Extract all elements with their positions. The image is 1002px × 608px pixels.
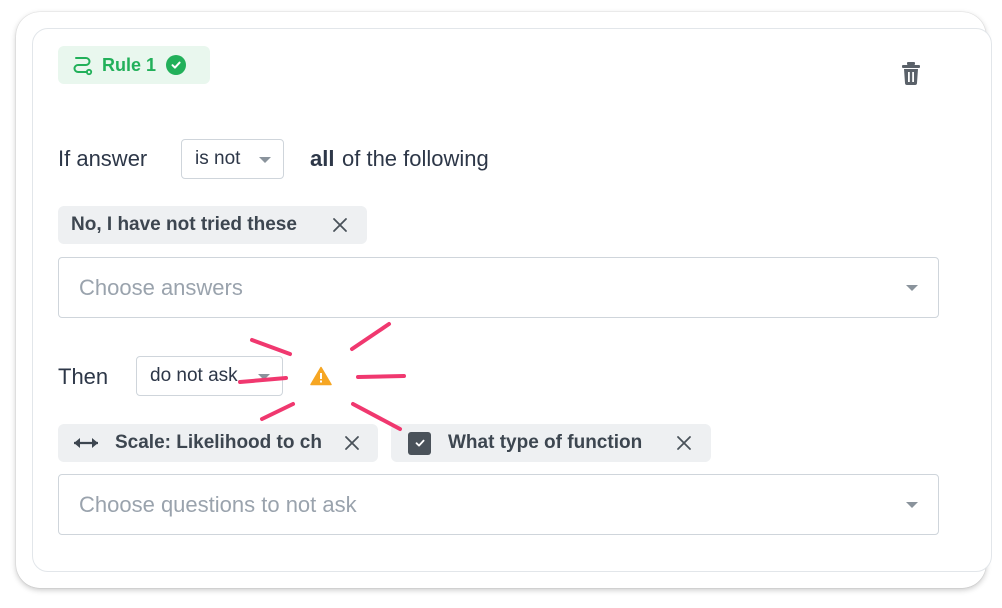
chevron-down-icon	[259, 157, 271, 163]
rule-title: Rule 1	[102, 54, 157, 75]
operator-select[interactable]: is not	[181, 139, 284, 179]
route-icon	[73, 57, 93, 76]
question-chip-function: What type of function	[391, 424, 711, 462]
remove-answer-icon[interactable]	[332, 217, 348, 233]
remove-question-icon[interactable]	[676, 435, 692, 451]
action-value: do not ask	[150, 365, 238, 386]
chevron-down-icon	[258, 374, 270, 380]
question-chip-label: What type of function	[448, 432, 643, 453]
chevron-down-icon	[906, 502, 918, 508]
choose-answers-select[interactable]: Choose answers	[58, 257, 939, 318]
choose-questions-placeholder: Choose questions to not ask	[79, 491, 357, 517]
condition-quantifier: all	[310, 146, 335, 171]
checkbox-icon	[408, 431, 431, 455]
choose-answers-placeholder: Choose answers	[79, 274, 243, 300]
question-chip-scale: Scale: Likelihood to ch	[58, 424, 378, 462]
operator-value: is not	[195, 148, 241, 169]
action-prefix: Then	[58, 364, 109, 389]
warning-icon	[310, 366, 332, 386]
rule-badge: Rule 1	[58, 46, 210, 84]
check-circle-icon	[166, 55, 187, 75]
question-chip-label: Scale: Likelihood to ch	[115, 432, 321, 453]
action-select[interactable]: do not ask	[136, 356, 283, 396]
condition-prefix: If answer	[58, 146, 148, 171]
delete-rule-icon[interactable]	[899, 60, 923, 86]
answer-chip: No, I have not tried these	[58, 206, 367, 244]
chevron-down-icon	[906, 285, 918, 291]
choose-questions-select[interactable]: Choose questions to not ask	[58, 474, 939, 535]
answer-chip-label: No, I have not tried these	[71, 214, 297, 235]
remove-question-icon[interactable]	[344, 435, 360, 451]
condition-suffix: of the following	[342, 146, 489, 171]
scale-arrows-icon	[74, 438, 98, 448]
